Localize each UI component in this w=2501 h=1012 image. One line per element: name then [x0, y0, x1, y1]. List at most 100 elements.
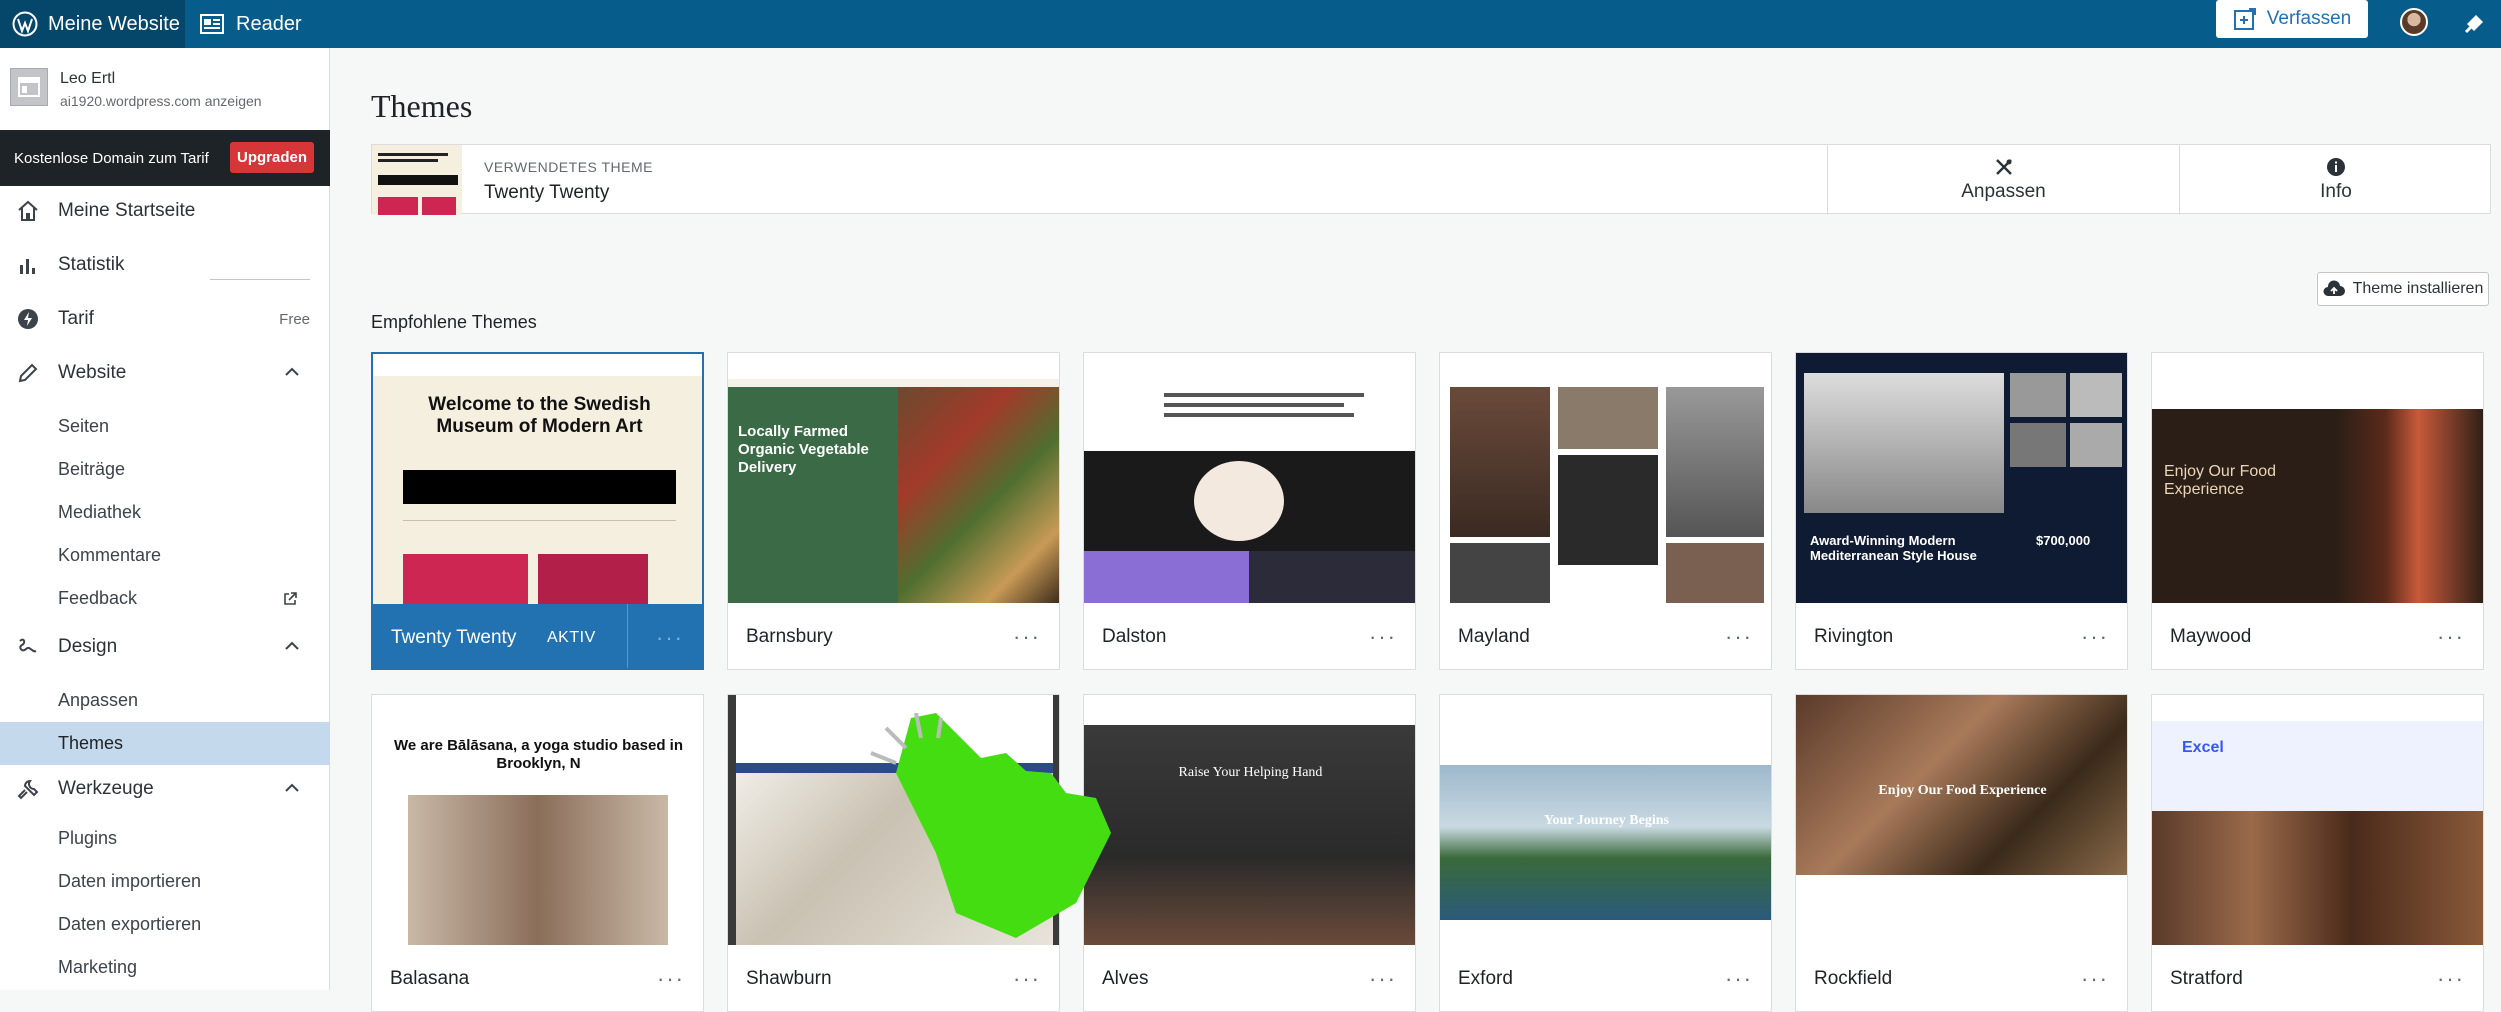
more-options-icon[interactable]: ···: [1369, 945, 1397, 1011]
current-theme-thumbnail[interactable]: [372, 145, 462, 215]
theme-card-dalston[interactable]: Dalston ···: [1083, 352, 1416, 670]
sidebar-item-label: Statistik: [58, 254, 125, 275]
sidebar-item-stats[interactable]: Statistik: [0, 242, 330, 288]
theme-card-rivington[interactable]: Award-Winning Modern Mediterranean Style…: [1795, 352, 2128, 670]
more-options-icon[interactable]: ···: [2081, 603, 2109, 669]
theme-card-mayland[interactable]: Mayland ···: [1439, 352, 1772, 670]
theme-screenshot[interactable]: Excel: [2152, 695, 2483, 945]
wrench-icon: [17, 779, 39, 800]
theme-headline: Raise Your Helping Hand: [1178, 765, 1323, 780]
theme-name: Maywood: [2170, 626, 2252, 647]
top-bar: Meine Website Reader Verfassen: [0, 0, 2501, 48]
sidebar-subitem-label: Feedback: [58, 588, 138, 608]
theme-card-twenty-twenty[interactable]: Welcome to the Swedish Museum of Modern …: [371, 352, 704, 670]
sidebar-subitem-media[interactable]: Mediathek: [0, 491, 330, 534]
pointing-hand-icon: [870, 713, 1111, 938]
more-options-icon[interactable]: ···: [656, 604, 684, 668]
theme-screenshot[interactable]: We are Bālāsana, a yoga studio based in …: [372, 695, 703, 945]
more-options-icon[interactable]: ···: [1725, 945, 1753, 1011]
sidebar-item-home[interactable]: Meine Startseite: [0, 188, 330, 234]
upgrade-button[interactable]: Upgraden: [230, 142, 314, 173]
compose-label: Verfassen: [2266, 8, 2352, 29]
sidebar-subitem-themes[interactable]: Themes: [0, 722, 330, 765]
theme-headline: Locally Farmed Organic Vegetable Deliver…: [738, 423, 869, 476]
upsell-text: Kostenlose Domain zum Tarif: [14, 149, 209, 167]
theme-screenshot[interactable]: Enjoy Our Food Experience: [1796, 695, 2127, 945]
sidebar-subitem-comments[interactable]: Kommentare: [0, 534, 330, 577]
customize-label: Anpassen: [1961, 181, 2046, 202]
sidebar-subitem-export[interactable]: Daten exportieren: [0, 903, 330, 946]
chevron-up-icon[interactable]: [284, 638, 300, 654]
sidebar-subitem-customize[interactable]: Anpassen: [0, 679, 330, 722]
more-options-icon[interactable]: ···: [2081, 945, 2109, 1011]
compose-icon: [2233, 8, 2256, 30]
current-theme-panel: VERWENDETES THEME Twenty Twenty Anpassen…: [371, 144, 2492, 215]
sidebar-item-label: Meine Startseite: [58, 200, 196, 221]
chevron-up-icon[interactable]: [284, 364, 300, 380]
featured-themes-title: Empfohlene Themes: [371, 312, 537, 332]
external-link-icon: [284, 592, 297, 605]
more-options-icon[interactable]: ···: [1369, 603, 1397, 669]
sidebar-subitem-import[interactable]: Daten importieren: [0, 860, 330, 903]
stats-icon: [20, 259, 35, 274]
chevron-up-icon[interactable]: [284, 780, 300, 796]
plan-badge: Free: [279, 310, 310, 328]
sidebar-subitem-feedback[interactable]: Feedback: [0, 577, 330, 620]
theme-screenshot[interactable]: Locally Farmed Organic Vegetable Deliver…: [728, 353, 1059, 603]
install-theme-button[interactable]: Theme installieren: [2317, 272, 2489, 306]
theme-card-alves[interactable]: Raise Your Helping Hand Alves ···: [1083, 694, 1416, 1012]
more-options-icon[interactable]: ···: [2437, 945, 2465, 1011]
theme-name: Barnsbury: [746, 626, 833, 647]
sidebar-item-tools[interactable]: Werkzeuge: [0, 766, 330, 812]
theme-screenshot[interactable]: Raise Your Helping Hand: [1084, 695, 1415, 945]
theme-name: Balasana: [390, 968, 470, 989]
theme-screenshot[interactable]: Award-Winning Modern Mediterranean Style…: [1796, 353, 2127, 603]
theme-card-rockfield[interactable]: Enjoy Our Food Experience Rockfield ···: [1795, 694, 2128, 1012]
more-options-icon[interactable]: ···: [1725, 603, 1753, 669]
theme-screenshot[interactable]: Your Journey Begins: [1440, 695, 1771, 945]
theme-name: Mayland: [1458, 626, 1530, 647]
theme-card-exford[interactable]: Your Journey Begins Exford ···: [1439, 694, 1772, 1012]
my-site-button[interactable]: Meine Website: [0, 0, 185, 48]
more-options-icon[interactable]: ···: [657, 945, 685, 1011]
sidebar-subitem-posts[interactable]: Beiträge: [0, 448, 330, 491]
notifications-icon[interactable]: [2462, 10, 2488, 36]
theme-card-stratford[interactable]: Excel Stratford ···: [2151, 694, 2484, 1012]
theme-headline: Your Journey Begins: [1544, 813, 1669, 828]
theme-card-balasana[interactable]: We are Bālāsana, a yoga studio based in …: [371, 694, 704, 1012]
sidebar-subitem-pages[interactable]: Seiten: [0, 405, 330, 448]
more-options-icon[interactable]: ···: [1013, 945, 1041, 1011]
reader-button[interactable]: Reader: [200, 0, 302, 48]
theme-screenshot[interactable]: Welcome to the Swedish Museum of Modern …: [373, 354, 702, 604]
sidebar-item-plan[interactable]: Tarif Free: [0, 296, 330, 342]
theme-card-maywood[interactable]: Enjoy Our Food Experience Maywood ···: [2151, 352, 2484, 670]
user-name: Leo Ertl: [60, 70, 116, 87]
sidebar-item-label: Werkzeuge: [58, 778, 154, 799]
theme-screenshot[interactable]: [1084, 353, 1415, 603]
theme-name: Dalston: [1102, 626, 1167, 647]
sidebar: Leo Ertl ai1920.wordpress.com anzeigen K…: [0, 48, 330, 990]
compose-button[interactable]: Verfassen: [2216, 0, 2368, 38]
theme-screenshot[interactable]: Enjoy Our Food Experience: [2152, 353, 2483, 603]
sidebar-subitem-plugins[interactable]: Plugins: [0, 817, 330, 860]
theme-name: Exford: [1458, 968, 1513, 989]
theme-card-barnsbury[interactable]: Locally Farmed Organic Vegetable Deliver…: [727, 352, 1060, 670]
install-theme-label: Theme installieren: [2352, 280, 2484, 297]
theme-screenshot[interactable]: [1440, 353, 1771, 603]
info-icon: [2327, 158, 2345, 176]
sidebar-subitem-marketing[interactable]: Marketing: [0, 946, 330, 989]
sidebar-item-label: Tarif: [58, 308, 94, 329]
view-site-link[interactable]: ai1920.wordpress.com anzeigen: [60, 93, 262, 109]
user-avatar[interactable]: [2400, 8, 2428, 36]
more-options-icon[interactable]: ···: [1013, 603, 1041, 669]
customize-button[interactable]: Anpassen: [1827, 145, 2179, 215]
info-button[interactable]: Info: [2179, 145, 2492, 215]
divider: [627, 604, 628, 668]
more-options-icon[interactable]: ···: [2437, 603, 2465, 669]
site-profile[interactable]: Leo Ertl ai1920.wordpress.com anzeigen: [0, 48, 330, 130]
theme-name: Alves: [1102, 968, 1149, 989]
theme-headline: Award-Winning Modern Mediterranean Style…: [1810, 533, 1977, 563]
sidebar-item-design[interactable]: Design: [0, 624, 330, 670]
sidebar-item-website[interactable]: Website: [0, 350, 330, 396]
page-title: Themes: [371, 88, 473, 124]
